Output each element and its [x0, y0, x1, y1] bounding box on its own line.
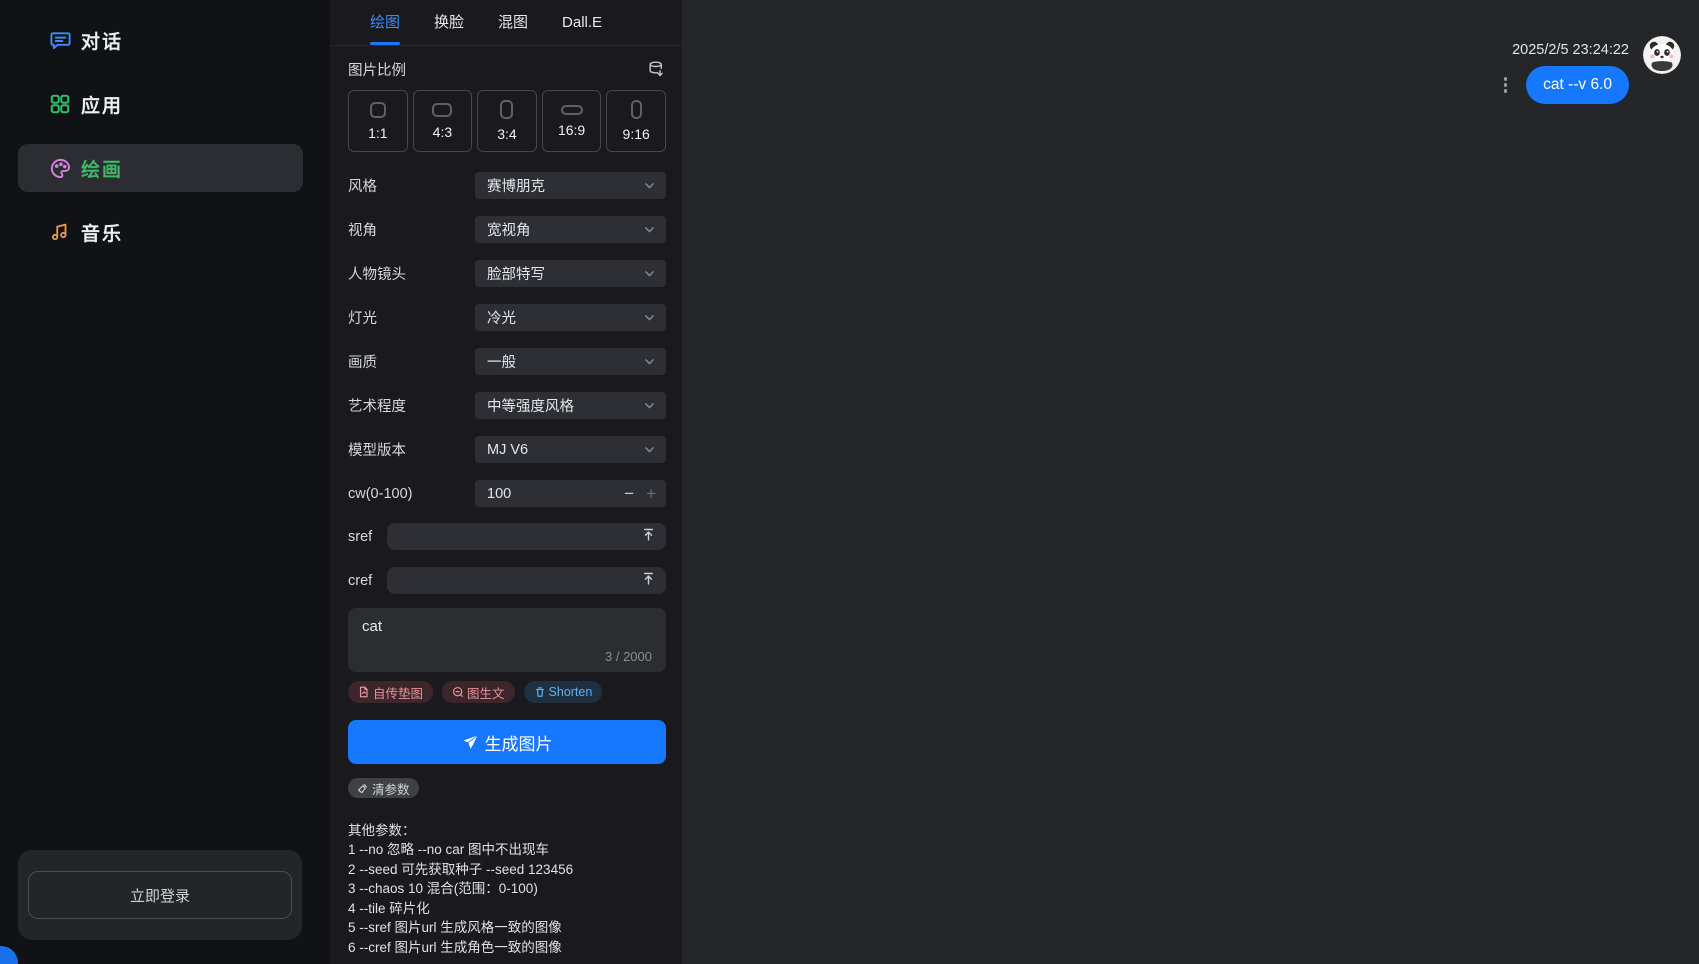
chevron-down-icon [643, 355, 656, 368]
field-label-sref: sref [348, 529, 387, 545]
apps-grid-icon [48, 92, 72, 116]
chat-icon [48, 28, 72, 52]
user-message-bubble: cat --v 6.0 [1526, 66, 1629, 104]
tag-shorten[interactable]: Shorten [524, 681, 603, 703]
view-angle-select[interactable]: 宽视角 [475, 216, 666, 243]
sidebar-item-label: 应用 [81, 91, 123, 118]
tag-upload-base-image[interactable]: 自传垫图 [348, 681, 433, 703]
message-menu-icon[interactable] [1500, 73, 1512, 97]
help-title: 其他参数： [348, 821, 666, 841]
app-window: 对话 应用 [0, 0, 1699, 964]
help-line: 4 --tile 碎片化 [348, 899, 666, 919]
ratio-button-16-9[interactable]: 16:9 [542, 90, 602, 152]
help-line: 6 --cref 图片url 生成角色一致的图像 [348, 938, 666, 958]
ratio-button-9-16[interactable]: 9:16 [606, 90, 666, 152]
ratio-button-1-1[interactable]: 1:1 [348, 90, 408, 152]
sidebar-item-draw[interactable]: 绘画 [18, 144, 303, 192]
chevron-down-icon [643, 179, 656, 192]
palette-icon [48, 156, 72, 180]
field-label-cref: cref [348, 573, 387, 589]
prompt-value: cat [362, 618, 652, 635]
upload-icon[interactable] [641, 571, 656, 591]
character-shot-select[interactable]: 脸部特写 [475, 260, 666, 287]
ratio-shape-icon [370, 102, 386, 118]
ratio-options: 1:1 4:3 3:4 16:9 9:16 [348, 90, 666, 152]
tab-dalle[interactable]: Dall.E [562, 0, 602, 45]
ratio-shape-icon [500, 100, 513, 119]
shorten-icon [534, 686, 546, 698]
tab-draw[interactable]: 绘图 [370, 0, 400, 45]
sidebar-item-music[interactable]: 音乐 [18, 208, 303, 256]
login-card: 立即登录 [18, 850, 302, 940]
field-label-artistry: 艺术程度 [348, 395, 475, 416]
ratio-button-3-4[interactable]: 3:4 [477, 90, 537, 152]
field-label-quality: 画质 [348, 351, 475, 372]
sidebar-item-chat[interactable]: 对话 [18, 16, 303, 64]
cw-value[interactable]: 100 [487, 486, 624, 502]
ratio-shape-icon [432, 103, 452, 117]
cw-stepper: 100 − + [475, 480, 666, 507]
file-upload-icon [358, 686, 370, 698]
field-label-lighting: 灯光 [348, 307, 475, 328]
draw-settings-panel: 绘图 换脸 混图 Dall.E 图片比例 1:1 [330, 0, 682, 964]
avatar[interactable] [1643, 36, 1681, 74]
tab-face-swap[interactable]: 换脸 [434, 0, 464, 45]
chevron-down-icon [643, 223, 656, 236]
chevron-down-icon [643, 311, 656, 324]
ratio-button-4-3[interactable]: 4:3 [413, 90, 473, 152]
sref-input[interactable] [387, 523, 666, 550]
chevron-down-icon [643, 399, 656, 412]
style-select[interactable]: 赛博朋克 [475, 172, 666, 199]
other-params-help: 其他参数： 1 --no 忽略 --no car 图中不出现车 2 --seed… [348, 821, 666, 958]
chat-area: 2025/2/5 23:24:22 [682, 0, 1699, 964]
generate-image-button[interactable]: 生成图片 [348, 720, 666, 764]
prompt-textarea[interactable]: cat 3 / 2000 [348, 608, 666, 672]
clear-params-button[interactable]: 清参数 [348, 778, 419, 798]
char-counter: 3 / 2000 [362, 649, 652, 664]
broom-icon [357, 783, 368, 794]
tag-image-to-text[interactable]: 图生文 [442, 681, 515, 703]
sidebar-item-label: 对话 [81, 27, 123, 54]
floating-widget-button[interactable] [0, 946, 18, 964]
model-version-select[interactable]: MJ V6 [475, 436, 666, 463]
minus-button[interactable]: − [624, 484, 634, 504]
cref-input[interactable] [387, 567, 666, 594]
chevron-down-icon [643, 443, 656, 456]
field-label-view-angle: 视角 [348, 219, 475, 240]
ratio-shape-icon [561, 105, 583, 115]
quality-select[interactable]: 一般 [475, 348, 666, 375]
help-line: 3 --chaos 10 混合(范围：0-100) [348, 879, 666, 899]
ratio-section-label: 图片比例 [348, 59, 406, 80]
plus-button[interactable]: + [646, 484, 656, 504]
login-button[interactable]: 立即登录 [28, 871, 292, 919]
send-icon [462, 734, 479, 751]
panel-tabs: 绘图 换脸 混图 Dall.E [330, 0, 682, 46]
help-line: 2 --seed 可先获取种子 --seed 123456 [348, 860, 666, 880]
field-label-model-version: 模型版本 [348, 439, 475, 460]
message-timestamp: 2025/2/5 23:24:22 [1512, 42, 1629, 58]
import-params-icon[interactable] [647, 60, 666, 79]
sidebar: 对话 应用 [0, 0, 330, 964]
help-line: 1 --no 忽略 --no car 图中不出现车 [348, 840, 666, 860]
artistry-select[interactable]: 中等强度风格 [475, 392, 666, 419]
help-line: 5 --sref 图片url 生成风格一致的图像 [348, 918, 666, 938]
sidebar-item-label: 绘画 [81, 155, 123, 182]
field-label-cw: cw(0-100) [348, 486, 475, 502]
sidebar-item-label: 音乐 [81, 219, 123, 246]
lighting-select[interactable]: 冷光 [475, 304, 666, 331]
chevron-down-icon [643, 267, 656, 280]
field-label-style: 风格 [348, 175, 475, 196]
tab-blend[interactable]: 混图 [498, 0, 528, 45]
image-to-text-icon [452, 686, 464, 698]
field-label-character-shot: 人物镜头 [348, 263, 475, 284]
sidebar-item-apps[interactable]: 应用 [18, 80, 303, 128]
ratio-shape-icon [631, 100, 642, 119]
upload-icon[interactable] [641, 527, 656, 547]
music-icon [48, 220, 72, 244]
